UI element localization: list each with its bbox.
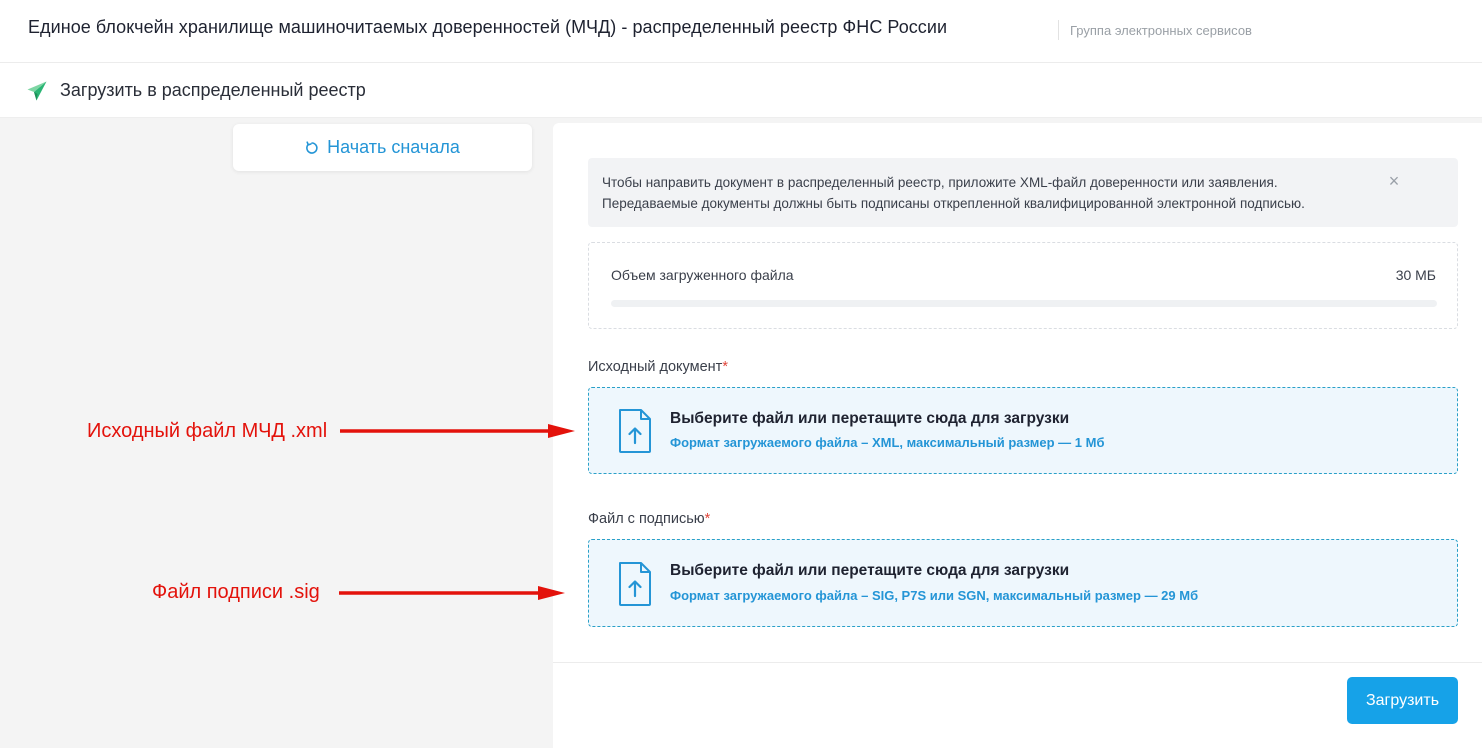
top-header: Единое блокчейн хранилище машиночитаемых…: [0, 0, 1482, 63]
title-divider: [1058, 20, 1059, 40]
refresh-icon: [306, 140, 318, 154]
signature-file-label: Файл с подписью*: [588, 511, 711, 527]
signature-file-dropzone[interactable]: Выберите файл или перетащите сюда для за…: [588, 539, 1458, 627]
upload-progress-bar: [611, 300, 1437, 307]
annotation-source-file: Исходный файл МЧД .xml: [87, 420, 328, 442]
dropzone-hint: Формат загружаемого файла – SIG, P7S или…: [670, 588, 1199, 603]
annotation-arrow-right-icon: [340, 424, 575, 438]
notice-text-line-1: Чтобы направить документ в распределенны…: [602, 175, 1278, 190]
paper-plane-icon: [27, 81, 47, 101]
restart-button[interactable]: Начать сначала: [233, 124, 532, 171]
dropzone-hint: Формат загружаемого файла – XML, максима…: [670, 435, 1105, 450]
notice-text-line-2: Передаваемые документы должны быть подпи…: [602, 196, 1305, 211]
source-document-dropzone[interactable]: Выберите файл или перетащите сюда для за…: [588, 387, 1458, 474]
info-notice: Чтобы направить документ в распределенны…: [588, 158, 1458, 227]
annotation-arrow-right-icon: [339, 586, 565, 600]
file-upload-icon: [619, 409, 651, 453]
file-upload-icon: [619, 562, 651, 606]
upload-panel: Чтобы направить документ в распределенны…: [553, 123, 1482, 748]
section-bar: Загрузить в распределенный реестр: [0, 63, 1482, 118]
upload-button[interactable]: Загрузить: [1347, 677, 1458, 724]
dropzone-title: Выберите файл или перетащите сюда для за…: [670, 410, 1070, 427]
app-title: Единое блокчейн хранилище машиночитаемых…: [28, 17, 948, 37]
required-mark: *: [704, 511, 711, 527]
app-subtitle-link[interactable]: Группа электронных сервисов: [1070, 23, 1252, 38]
annotation-signature-file: Файл подписи .sig: [152, 581, 320, 603]
close-icon[interactable]: ×: [1386, 172, 1402, 190]
upload-volume-max: 30 МБ: [1395, 267, 1436, 283]
required-mark: *: [722, 359, 728, 375]
source-document-label: Исходный документ*: [588, 359, 728, 375]
dropzone-title: Выберите файл или перетащите сюда для за…: [670, 562, 1070, 579]
upload-volume-box: Объем загруженного файла 30 МБ: [588, 242, 1458, 329]
upload-volume-label: Объем загруженного файла: [611, 267, 794, 283]
page: Единое блокчейн хранилище машиночитаемых…: [0, 0, 1482, 748]
section-title: Загрузить в распределенный реестр: [60, 80, 366, 100]
restart-label: Начать сначала: [327, 137, 460, 157]
footer-divider: [553, 662, 1482, 663]
